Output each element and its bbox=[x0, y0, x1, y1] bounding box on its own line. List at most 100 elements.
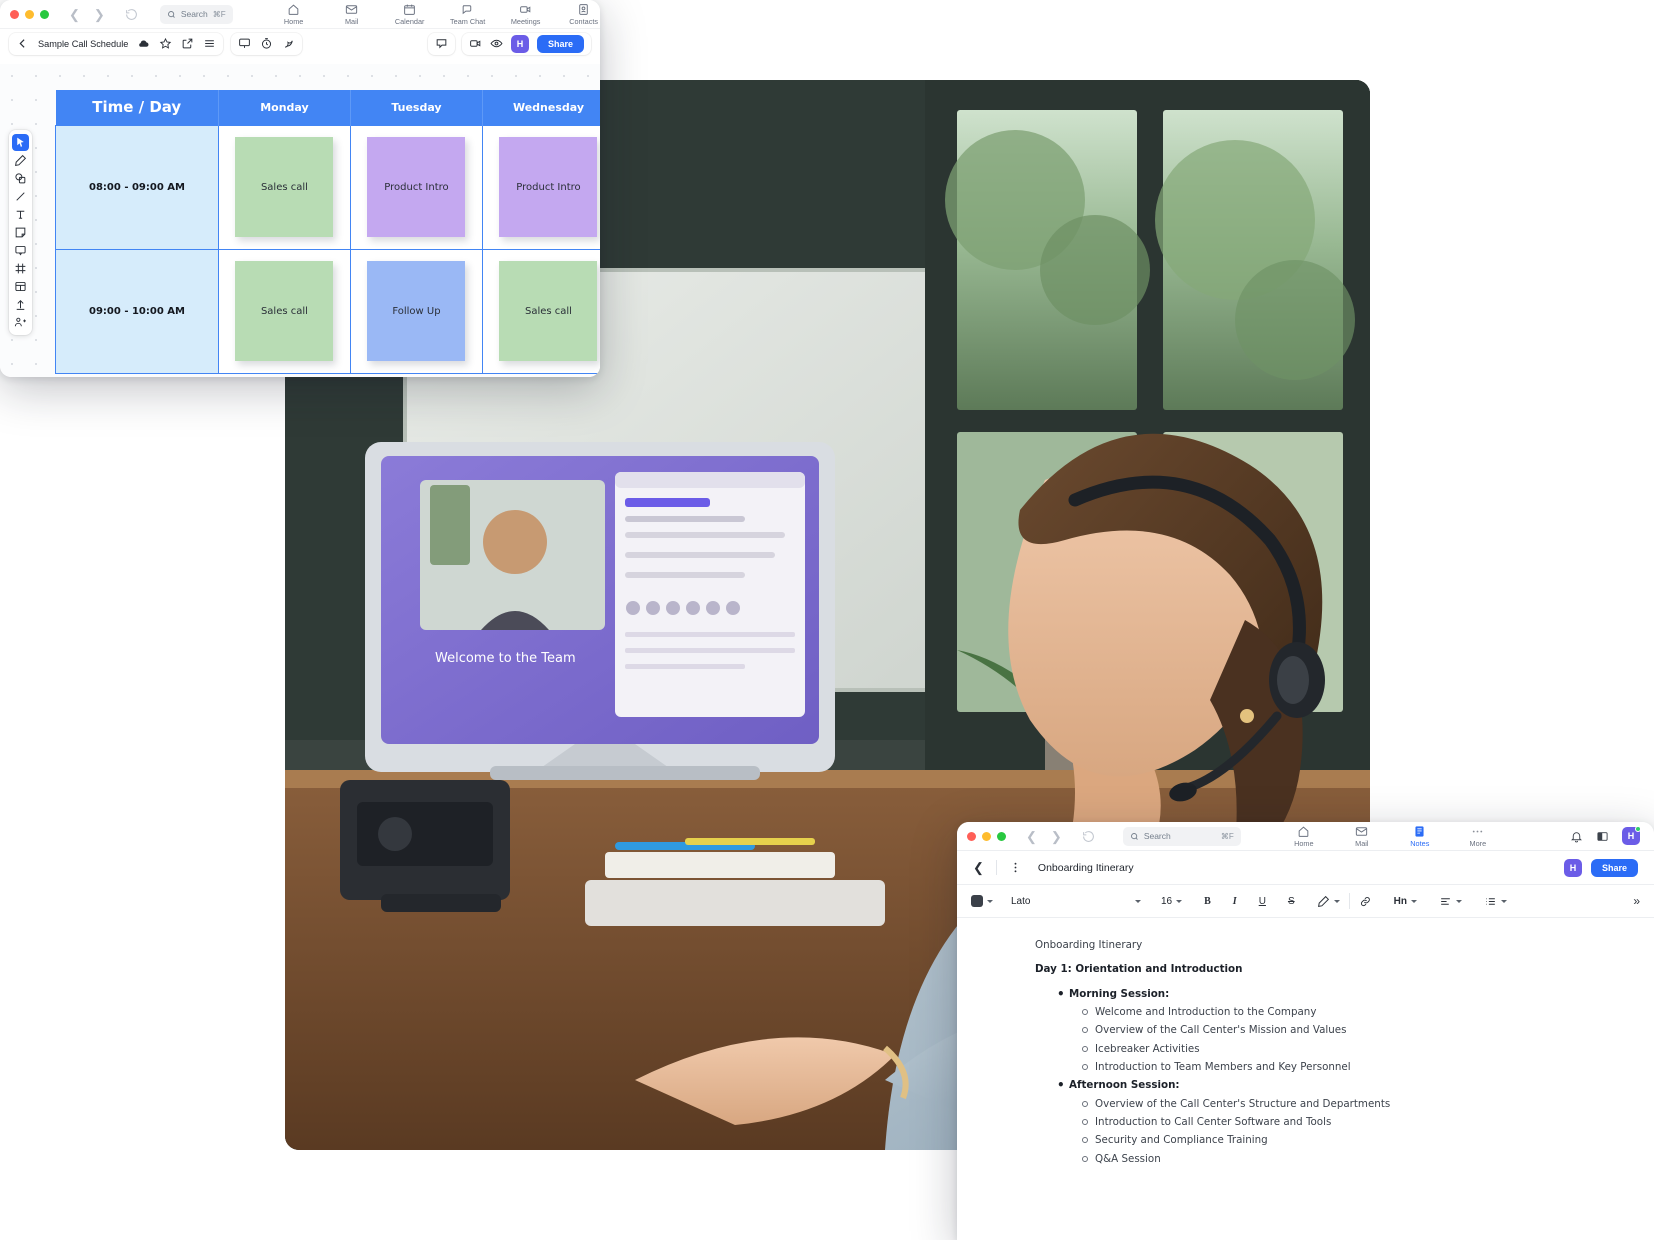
line-icon[interactable] bbox=[12, 188, 29, 205]
close-window-button[interactable] bbox=[10, 9, 19, 19]
app-tabs[interactable]: Home Mail Notes More bbox=[1275, 824, 1507, 848]
note-document-body[interactable]: Onboarding Itinerary Day 1: Orientation … bbox=[957, 918, 1654, 1168]
schedule-cell[interactable]: Sales call bbox=[481, 248, 600, 374]
highlight-button[interactable] bbox=[1317, 895, 1340, 908]
sticky-note[interactable]: Product Intro bbox=[367, 137, 466, 237]
sticky-note[interactable]: Sales call bbox=[235, 261, 334, 361]
history-navigation[interactable]: ❮ ❯ bbox=[69, 8, 105, 21]
present-icon[interactable] bbox=[238, 37, 251, 50]
font-size-select[interactable]: 16 bbox=[1161, 895, 1183, 907]
whiteboard-window: ❮ ❯ Search ⌘F Home Mail Calendar Team Ch… bbox=[0, 0, 600, 377]
whiteboard-doc-toolbar: Sample Call Schedule H Share bbox=[0, 28, 600, 58]
video-icon[interactable] bbox=[469, 37, 482, 50]
laser-pointer-icon[interactable] bbox=[282, 37, 295, 50]
avatar[interactable]: H bbox=[1622, 826, 1641, 845]
avatar-initial: H bbox=[1569, 862, 1577, 873]
back-icon[interactable]: ❮ bbox=[973, 860, 984, 876]
sticky-note[interactable]: Sales call bbox=[235, 137, 334, 237]
tab-contacts[interactable]: Contacts bbox=[555, 2, 600, 26]
comment-icon[interactable] bbox=[435, 37, 448, 50]
back-icon[interactable]: ❮ bbox=[1026, 830, 1037, 843]
tab-notes[interactable]: Notes bbox=[1391, 824, 1449, 848]
share-button[interactable]: Share bbox=[536, 34, 584, 53]
heading-button[interactable]: Hn bbox=[1394, 896, 1417, 907]
tab-team-chat[interactable]: Team Chat bbox=[439, 2, 497, 26]
schedule-cell[interactable]: Follow Up bbox=[349, 248, 483, 374]
sticky-note[interactable]: Follow Up bbox=[367, 261, 466, 361]
tab-mail-label: Mail bbox=[1355, 839, 1369, 848]
back-icon[interactable]: ❮ bbox=[69, 8, 80, 21]
strikethrough-button[interactable]: S bbox=[1288, 896, 1295, 907]
app-tabs[interactable]: Home Mail Calendar Team Chat Meetings Co… bbox=[265, 2, 600, 26]
avatar[interactable]: H bbox=[510, 34, 529, 53]
sticky-note[interactable]: Product Intro bbox=[499, 137, 598, 237]
schedule-cell[interactable]: Product Intro bbox=[349, 124, 483, 250]
tab-more[interactable]: More bbox=[1449, 824, 1507, 848]
back-icon[interactable] bbox=[16, 37, 29, 50]
share-button[interactable]: Share bbox=[1590, 858, 1638, 877]
schedule-cell[interactable]: Product Intro bbox=[481, 124, 600, 250]
window-controls[interactable] bbox=[10, 9, 49, 19]
minimize-window-button[interactable] bbox=[25, 9, 34, 19]
cloud-icon[interactable] bbox=[137, 37, 150, 50]
select-icon[interactable] bbox=[12, 134, 29, 151]
font-family-select[interactable]: Lato bbox=[1011, 896, 1141, 907]
maximize-window-button[interactable] bbox=[997, 831, 1006, 841]
export-icon[interactable] bbox=[181, 37, 194, 50]
schedule-header-row: Time / Day Monday Tuesday Wednesday bbox=[55, 90, 600, 125]
history-icon[interactable] bbox=[125, 8, 138, 21]
maximize-window-button[interactable] bbox=[40, 9, 49, 19]
schedule-cell[interactable]: Sales call bbox=[217, 248, 351, 374]
sticky-note[interactable]: Sales call bbox=[499, 261, 598, 361]
collaborate-icon[interactable] bbox=[12, 314, 29, 331]
search-input[interactable]: Search ⌘F bbox=[1122, 826, 1241, 846]
list-item: Introduction to Call Center Software and… bbox=[1081, 1113, 1624, 1131]
notifications-icon[interactable] bbox=[1570, 830, 1583, 843]
whiteboard-tool-palette[interactable] bbox=[9, 130, 32, 335]
tab-more-label: More bbox=[1469, 839, 1487, 848]
star-icon[interactable] bbox=[159, 37, 172, 50]
chevron-down-icon bbox=[1176, 899, 1183, 903]
sticky-note-icon[interactable] bbox=[12, 224, 29, 241]
tab-meetings[interactable]: Meetings bbox=[497, 2, 555, 26]
table-row: 08:00 - 09:00 AM Sales call Product Intr… bbox=[55, 124, 600, 250]
bold-button[interactable]: B bbox=[1204, 896, 1211, 907]
forward-icon[interactable]: ❯ bbox=[94, 8, 105, 21]
text-icon[interactable] bbox=[12, 206, 29, 223]
window-controls[interactable] bbox=[967, 831, 1006, 841]
more-options-button[interactable]: » bbox=[1633, 894, 1640, 908]
close-window-button[interactable] bbox=[967, 831, 976, 841]
history-navigation[interactable]: ❮ ❯ bbox=[1026, 830, 1062, 843]
schedule-cell[interactable]: Sales call bbox=[217, 124, 351, 250]
shapes-icon[interactable] bbox=[12, 170, 29, 187]
tab-home[interactable]: Home bbox=[1275, 824, 1333, 848]
frame-icon[interactable] bbox=[12, 260, 29, 277]
underline-button[interactable]: U bbox=[1259, 896, 1266, 907]
minimize-window-button[interactable] bbox=[982, 831, 991, 841]
pen-icon[interactable] bbox=[12, 152, 29, 169]
timer-icon[interactable] bbox=[260, 37, 273, 50]
forward-icon[interactable]: ❯ bbox=[1051, 830, 1062, 843]
doc-title-pill: Sample Call Schedule bbox=[9, 32, 224, 55]
upload-icon[interactable] bbox=[12, 296, 29, 313]
italic-button[interactable]: I bbox=[1233, 896, 1237, 907]
tab-home[interactable]: Home bbox=[265, 2, 323, 26]
visitor-icon[interactable] bbox=[490, 37, 503, 50]
tab-calendar[interactable]: Calendar bbox=[381, 2, 439, 26]
link-button[interactable] bbox=[1359, 895, 1372, 908]
tab-mail[interactable]: Mail bbox=[1333, 824, 1391, 848]
kebab-menu-icon[interactable] bbox=[1009, 861, 1022, 874]
list-button[interactable] bbox=[1484, 895, 1507, 908]
sidebar-toggle-icon[interactable] bbox=[1596, 830, 1609, 843]
history-icon[interactable] bbox=[1082, 830, 1095, 843]
menu-icon[interactable] bbox=[203, 37, 216, 50]
tab-mail[interactable]: Mail bbox=[323, 2, 381, 26]
text-color-picker[interactable] bbox=[971, 895, 993, 907]
align-button[interactable] bbox=[1439, 895, 1462, 908]
mail-icon bbox=[1355, 825, 1368, 838]
avatar[interactable]: H bbox=[1563, 858, 1582, 877]
comment-icon[interactable] bbox=[12, 242, 29, 259]
font-size-value: 16 bbox=[1161, 895, 1173, 907]
template-icon[interactable] bbox=[12, 278, 29, 295]
search-input[interactable]: Search ⌘F bbox=[159, 4, 233, 24]
